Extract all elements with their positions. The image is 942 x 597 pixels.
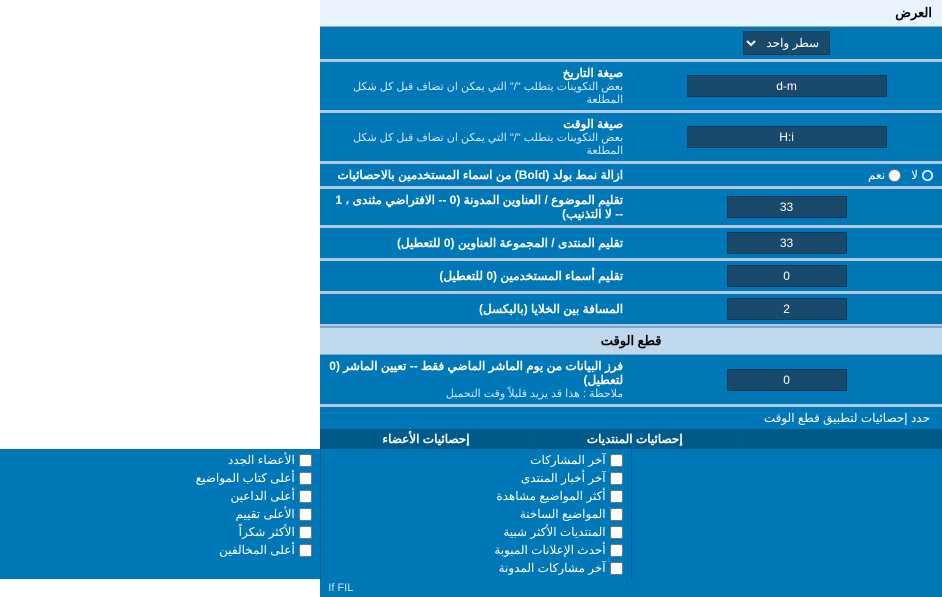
checkbox-top-writers-input[interactable] (299, 472, 312, 485)
col3-header: إحصائيات الأعضاء (320, 429, 531, 449)
checkbox-blog-posts[interactable]: آخر مشاركات المدونة (329, 561, 623, 575)
checkbox-top-violators-input[interactable] (299, 544, 312, 557)
checkbox-top-rated-input[interactable] (299, 508, 312, 521)
time-cutoff-note: ملاحظة : هذا قد يزيد قليلاً وقت التحميل (328, 387, 623, 400)
col2-header: إحصائيات المنتديات (532, 429, 737, 449)
bold-radio-group: نعم لا (639, 168, 934, 182)
checkbox-hot-topics[interactable]: المواضيع الساخنة (329, 507, 623, 521)
topics-title: تقليم الموضوع / العناوين المدونة (0 -- ا… (328, 193, 623, 221)
checkbox-shares-input[interactable] (610, 454, 623, 467)
checkbox-classified-ads-input[interactable] (610, 544, 623, 557)
checkbox-most-thanked[interactable]: الأكثر شكراً (8, 525, 312, 539)
distance-title: المسافة بين الخلايا (بالبكسل) (328, 302, 623, 316)
if-fil-text: If FIL (328, 582, 353, 594)
col1-header (737, 429, 942, 449)
checkbox-top-violators[interactable]: أعلى المخالفين (8, 543, 312, 557)
time-format-title: صيغة الوقت (328, 117, 623, 131)
checkbox-forum-news-input[interactable] (610, 472, 623, 485)
bold-yes-label[interactable]: نعم (868, 168, 901, 182)
checkbox-most-viewed-input[interactable] (610, 490, 623, 503)
time-cutoff-title: فرز البيانات من يوم الماشر الماضي فقط --… (328, 359, 623, 387)
checkbox-hot-topics-input[interactable] (610, 508, 623, 521)
single-line-select[interactable]: سطر واحد (743, 31, 830, 55)
checkbox-top-writers[interactable]: أعلى كتاب المواضيع (8, 471, 312, 485)
checkbox-new-members-input[interactable] (299, 454, 312, 467)
time-cutoff-input[interactable] (727, 369, 847, 391)
distance-input[interactable] (727, 298, 847, 320)
date-format-title: صيغة التاريخ (328, 66, 623, 80)
date-format-desc: بعض التكوينات يتطلب "/" التي يمكن ان تضا… (328, 80, 623, 106)
limit-label: حدد إحصائيات لتطبيق قطع الوقت (764, 411, 930, 425)
checkbox-new-members[interactable]: الأعضاء الجدد (8, 453, 312, 467)
checkbox-forum-news[interactable]: آخر أخبار المنتدى (329, 471, 623, 485)
page-title: العرض (895, 5, 932, 20)
checkbox-most-viewed[interactable]: أكثر المواضيع مشاهدة (329, 489, 623, 503)
bold-no-label[interactable]: لا (911, 168, 934, 182)
checkbox-top-rated[interactable]: الأعلى تقييم (8, 507, 312, 521)
forum-title: تقليم المنتدى / المجموعة العناوين (0 للت… (328, 236, 623, 250)
time-cutoff-section-header: قطع الوقت (601, 333, 662, 348)
users-title: تقليم أسماء المستخدمين (0 للتعطيل) (328, 269, 623, 283)
checkbox-most-thanked-input[interactable] (299, 526, 312, 539)
checkbox-top-inviters[interactable]: أعلى الداعين (8, 489, 312, 503)
bold-no-radio[interactable] (921, 169, 934, 182)
checkbox-shares[interactable]: آخر المشاركات (329, 453, 623, 467)
checkbox-similar-forums-input[interactable] (610, 526, 623, 539)
checkbox-classified-ads[interactable]: أحدث الإعلانات المبوبة (329, 543, 623, 557)
time-format-desc: بعض التكوينات يتطلب "/" التي يمكن ان تضا… (328, 131, 623, 157)
bold-yes-radio[interactable] (888, 169, 901, 182)
users-input[interactable] (727, 265, 847, 287)
checkbox-similar-forums[interactable]: المنتديات الأكثر شبية (329, 525, 623, 539)
checkbox-top-inviters-input[interactable] (299, 490, 312, 503)
col3-checkboxes: الأعضاء الجدد أعلى كتاب المواضيع أعلى ال… (8, 453, 312, 557)
checkbox-blog-posts-input[interactable] (610, 562, 623, 575)
col2-checkboxes: آخر المشاركات آخر أخبار المنتدى أكثر الم… (329, 453, 623, 575)
time-format-input[interactable] (687, 126, 887, 148)
topics-input[interactable] (727, 196, 847, 218)
date-format-input[interactable] (687, 75, 887, 97)
forum-input[interactable] (727, 232, 847, 254)
bold-remove-title: ازالة نمط بولد (Bold) من اسماء المستخدمي… (328, 168, 623, 182)
